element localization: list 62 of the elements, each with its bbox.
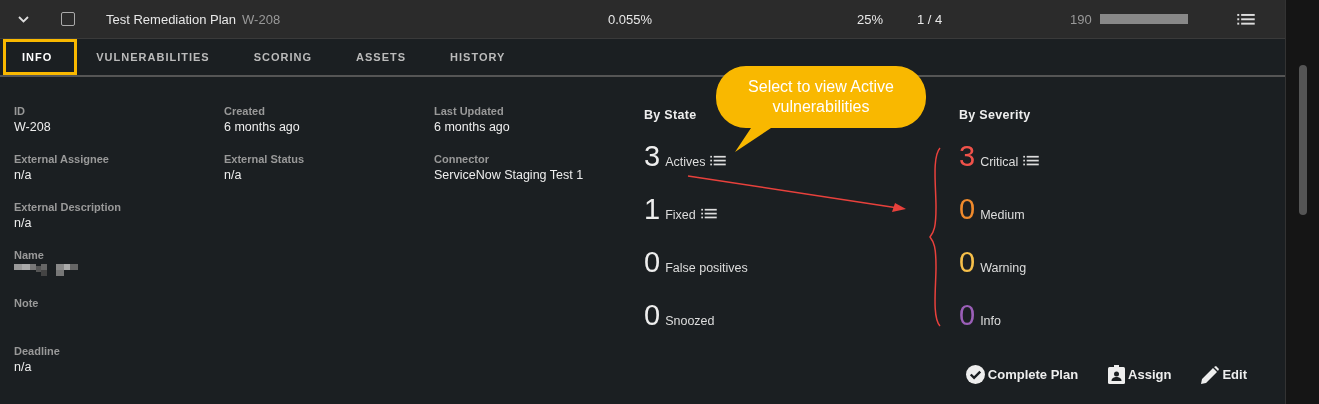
field-label: External Assignee bbox=[14, 153, 110, 165]
field-value: n/a bbox=[14, 216, 33, 230]
stat-label: Snoozed bbox=[665, 314, 715, 328]
field-label: Connector bbox=[434, 153, 490, 165]
section-title: By State bbox=[644, 108, 698, 122]
field-label: External Description bbox=[14, 201, 122, 213]
tab[interactable]: VULNERABILITIES bbox=[74, 39, 232, 75]
count-value: 190 bbox=[1070, 11, 1092, 27]
field-value: W-208 bbox=[14, 120, 52, 134]
pencil-icon bbox=[1201, 365, 1220, 384]
list-icon[interactable] bbox=[700, 207, 717, 219]
stat-count: 0 bbox=[959, 299, 976, 332]
field-label: Note bbox=[14, 297, 40, 309]
stat-label: Info bbox=[980, 314, 1001, 328]
checkbox[interactable] bbox=[61, 12, 75, 26]
field-label: Deadline bbox=[14, 345, 61, 357]
stat-count: 0 bbox=[644, 246, 661, 279]
stat-label: Actives bbox=[665, 155, 706, 169]
stat-label: Medium bbox=[980, 208, 1025, 222]
stat-label: Fixed bbox=[665, 208, 696, 222]
field-value: n/a bbox=[14, 168, 33, 182]
field-label: Last Updated bbox=[434, 105, 505, 117]
field-value: 6 months ago bbox=[434, 120, 511, 134]
stat-count: 0 bbox=[644, 299, 661, 332]
section-title: By Severity bbox=[959, 108, 1032, 122]
plan-title: Test Remediation Plan bbox=[106, 11, 237, 27]
scrollbar-thumb[interactable] bbox=[1298, 65, 1307, 215]
tab[interactable]: INFO bbox=[0, 39, 75, 75]
stat-count: 0 bbox=[959, 193, 976, 226]
list-icon[interactable] bbox=[1023, 154, 1040, 166]
stat-count: 3 bbox=[959, 140, 976, 173]
stat-count: 1 bbox=[644, 193, 661, 226]
field-label: Created bbox=[224, 105, 266, 117]
badge-person-icon bbox=[1108, 365, 1126, 384]
callout-text: Select to view Active vulnerabilities bbox=[747, 77, 895, 117]
field-label: Name bbox=[14, 249, 45, 261]
field-label: ID bbox=[14, 105, 26, 117]
list-icon[interactable] bbox=[1237, 12, 1255, 26]
chevron-down-icon[interactable] bbox=[17, 15, 29, 23]
action-button[interactable]: Assign bbox=[1108, 365, 1172, 384]
plan-id: W-208 bbox=[242, 11, 281, 27]
action-button[interactable]: Edit bbox=[1201, 365, 1247, 384]
stat-count: 3 bbox=[644, 140, 661, 173]
tab[interactable]: HISTORY bbox=[428, 39, 528, 75]
field-value: 6 months ago bbox=[224, 120, 301, 134]
stat-label: Critical bbox=[980, 155, 1019, 169]
field-value: n/a bbox=[224, 168, 243, 182]
stat-count: 0 bbox=[959, 246, 976, 279]
action-button[interactable]: Complete Plan bbox=[965, 365, 1079, 384]
stat-label: Warning bbox=[980, 261, 1027, 275]
percent-value: 0.055% bbox=[606, 11, 654, 27]
field-value: n/a bbox=[14, 360, 33, 374]
stat-label: False positives bbox=[665, 261, 748, 275]
tab[interactable]: SCORING bbox=[231, 39, 335, 75]
field-value: ServiceNow Staging Test 1 bbox=[434, 168, 585, 182]
tab[interactable]: ASSETS bbox=[334, 39, 429, 75]
field-label: External Status bbox=[224, 153, 306, 165]
list-icon[interactable] bbox=[710, 154, 727, 166]
fraction-value: 1 / 4 bbox=[917, 11, 944, 27]
redacted-value bbox=[14, 264, 80, 276]
progress-value: 25% bbox=[857, 11, 885, 27]
check-circle-icon bbox=[965, 365, 985, 384]
